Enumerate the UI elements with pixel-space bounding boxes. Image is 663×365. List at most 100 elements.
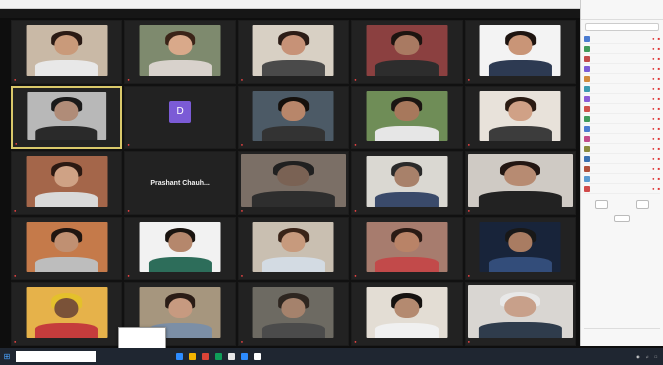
video-off-icon[interactable]: ■ [658,36,660,41]
video-off-icon[interactable]: ■ [658,156,660,161]
participant-tile[interactable]: ● [124,216,236,281]
video-off-icon[interactable]: ■ [658,176,660,181]
taskbar-app-icon[interactable] [202,353,209,360]
muted-mic-icon[interactable]: ● [652,116,654,121]
muted-mic-icon[interactable]: ● [652,76,654,81]
muted-mic-icon[interactable]: ● [652,56,654,61]
participant-video [366,90,448,142]
video-off-icon[interactable]: ■ [658,96,660,101]
participant-tile[interactable]: ● [464,85,576,150]
muted-mic-icon[interactable]: ● [652,86,654,91]
taskbar-app-icon[interactable] [254,353,261,360]
participant-tile[interactable]: ● [237,20,350,84]
participant-tile[interactable]: ● [237,216,350,281]
participant-body [252,191,335,207]
participant-list-item[interactable]: ● ■ [584,34,660,44]
participant-list-item[interactable]: ● ■ [584,124,660,134]
muted-mic-icon: ● [354,273,357,279]
participant-list-item[interactable]: ● ■ [584,134,660,144]
muted-mic-icon: ● [240,273,244,279]
participant-tile[interactable]: ● [124,20,236,84]
participant-tile[interactable]: ● [351,151,463,215]
participant-tile[interactable]: ● [237,282,350,346]
video-off-icon[interactable]: ■ [658,186,660,191]
participant-tile[interactable]: ● [11,151,123,215]
participant-tile[interactable]: ● [464,20,576,84]
notification-icon[interactable]: □ [655,354,657,359]
participant-video [253,287,334,338]
participant-list-item[interactable]: ● ■ [584,64,660,74]
video-off-icon[interactable]: ■ [658,166,660,171]
participant-list-item[interactable]: ● ■ [584,54,660,64]
video-off-icon[interactable]: ■ [658,116,660,121]
participant-list-item[interactable]: ● ■ [584,104,660,114]
volume-icon[interactable]: ♫ [646,354,649,359]
participant-tile[interactable]: ● [237,85,350,150]
video-off-icon[interactable]: ■ [658,136,660,141]
participant-tile[interactable]: D ● [124,85,236,150]
panel-buttons [581,200,663,209]
muted-mic-icon[interactable]: ● [652,106,654,111]
participant-tile[interactable]: ● [464,151,576,215]
participant-search-input[interactable] [585,23,659,31]
muted-mic-icon[interactable]: ● [652,126,654,131]
muted-mic-icon[interactable]: ● [652,66,654,71]
participant-tile[interactable]: ● [351,282,463,346]
participant-tile[interactable]: ● [237,151,350,215]
muted-mic-icon[interactable]: ● [652,46,654,51]
participant-list-item[interactable]: ● ■ [584,184,660,194]
muted-mic-icon[interactable]: ● [652,156,654,161]
muted-mic-icon[interactable]: ● [652,186,654,191]
video-off-icon[interactable]: ■ [658,76,660,81]
participant-list-avatar [584,45,590,52]
video-off-icon[interactable]: ■ [658,56,660,61]
taskbar-app-icon[interactable] [241,353,248,360]
taskbar-app-icon[interactable] [228,353,235,360]
muted-mic-icon[interactable]: ● [652,146,654,151]
participant-tile[interactable]: ● [351,20,463,84]
participant-tile[interactable]: ● [11,20,123,84]
muted-mic-icon: ● [467,273,471,279]
video-off-icon[interactable]: ■ [658,126,660,131]
muted-mic-icon[interactable]: ● [652,166,654,171]
taskbar-search-input[interactable] [16,351,96,362]
video-off-icon[interactable]: ■ [658,86,660,91]
muted-mic-icon[interactable]: ● [652,96,654,101]
participant-tile[interactable]: ● [351,85,463,150]
invite-button[interactable] [594,200,609,209]
chat-input[interactable] [584,328,660,342]
taskbar-app-icon[interactable] [189,353,196,360]
video-off-icon[interactable]: ■ [658,146,660,151]
network-icon[interactable]: ◉ [636,354,640,359]
participant-tile[interactable]: ● [11,216,123,281]
participant-list-item[interactable]: ● ■ [584,174,660,184]
windows-start-icon[interactable]: ⊞ [0,348,14,365]
video-off-icon[interactable]: ■ [658,46,660,51]
participant-tile[interactable]: ● [11,85,123,150]
participant-tile[interactable]: ● [11,282,123,346]
muted-mic-icon: ● [14,338,17,344]
muted-mic-icon: ● [467,338,471,344]
participant-tile[interactable]: ● [464,216,576,281]
video-off-icon[interactable]: ■ [658,66,660,71]
participant-list-item[interactable]: ● ■ [584,94,660,104]
participant-list-item[interactable]: ● ■ [584,44,660,54]
more-button[interactable] [614,215,630,222]
participant-list-item[interactable]: ● ■ [584,84,660,94]
participant-list-item[interactable]: ● ■ [584,74,660,84]
participant-list-item[interactable]: ● ■ [584,144,660,154]
muted-mic-icon[interactable]: ● [652,36,654,41]
mute-all-button[interactable] [635,200,650,209]
participant-face [54,231,79,253]
video-off-icon[interactable]: ■ [658,106,660,111]
participant-tile[interactable]: ● [351,216,463,281]
participant-tile[interactable]: ● [464,282,576,346]
taskbar-app-icon[interactable] [215,353,222,360]
participant-tile[interactable]: Prashant Chauh... ● [124,151,236,215]
participant-list-item[interactable]: ● ■ [584,114,660,124]
taskbar-app-icon[interactable] [176,353,183,360]
participant-list-item[interactable]: ● ■ [584,154,660,164]
muted-mic-icon[interactable]: ● [652,136,654,141]
muted-mic-icon[interactable]: ● [652,176,654,181]
participant-list-item[interactable]: ● ■ [584,164,660,174]
